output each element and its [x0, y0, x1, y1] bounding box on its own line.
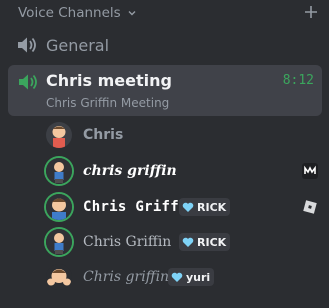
channel-name: General: [46, 35, 110, 55]
server-tag-badge: yuri: [168, 268, 215, 286]
add-channel-icon[interactable]: [304, 5, 318, 19]
channel-status: Chris Griffin Meeting: [46, 96, 170, 110]
category-label: Voice Channels: [18, 5, 121, 21]
server-tag-badge: RICK: [179, 233, 231, 251]
speaker-icon: [18, 37, 36, 53]
avatar: [46, 229, 72, 255]
voice-member[interactable]: Chris griffin yuri: [46, 264, 322, 294]
member-name: Chris griffin: [83, 269, 170, 285]
channel-name: Chris meeting: [46, 71, 172, 90]
avatar: [46, 264, 72, 290]
voice-member[interactable]: Chris: [46, 122, 322, 152]
member-name: Chris Griffin: [83, 234, 172, 250]
member-name: Chris: [83, 127, 124, 143]
server-tag-label: RICK: [197, 235, 227, 249]
voice-member[interactable]: Chris Griffin RICK: [46, 229, 322, 259]
server-tag-badge: RICK: [179, 198, 231, 216]
member-name: chris griffin: [83, 163, 177, 179]
voice-channels-category[interactable]: Voice Channels: [18, 3, 318, 23]
avatar: [46, 122, 72, 148]
rpc-app-icon: [302, 163, 318, 179]
server-tag-label: RICK: [197, 200, 227, 214]
server-tag-label: yuri: [186, 270, 211, 284]
voice-channel-chris-meeting[interactable]: Chris meeting 8:12 Chris Griffin Meeting: [8, 65, 322, 116]
voice-member[interactable]: chris griffin: [46, 158, 322, 188]
avatar: [46, 194, 72, 220]
blue-heart-icon: [171, 272, 183, 282]
channel-timer: 8:12: [282, 73, 314, 88]
blue-heart-icon: [182, 237, 194, 247]
speaker-icon: [19, 74, 37, 90]
blue-heart-icon: [182, 202, 194, 212]
roblox-icon: [303, 200, 317, 214]
avatar: [46, 158, 72, 184]
voice-member[interactable]: Chris Griffin RICK: [46, 194, 322, 224]
chevron-down-icon: [128, 11, 136, 16]
voice-channel-general[interactable]: General: [16, 33, 316, 57]
